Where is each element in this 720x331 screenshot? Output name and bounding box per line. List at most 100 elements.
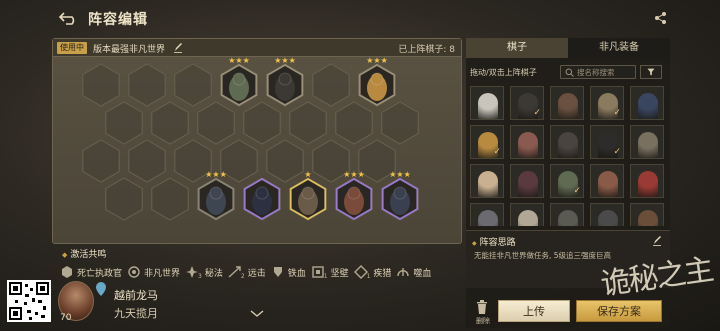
board-hex[interactable] xyxy=(174,63,212,107)
chevron-down-icon[interactable] xyxy=(250,310,264,318)
piece-card[interactable]: ✓ xyxy=(470,125,504,159)
player-name: 越前龙马 xyxy=(114,289,158,302)
board-hex[interactable] xyxy=(312,63,350,107)
tab-pieces[interactable]: 棋子 xyxy=(466,38,568,58)
board-hex[interactable] xyxy=(151,177,189,221)
trait-name: 远击 xyxy=(247,268,266,279)
board-hex[interactable] xyxy=(289,101,327,145)
board-hex[interactable] xyxy=(128,63,166,107)
trait-count: 3 xyxy=(198,272,202,280)
upload-button[interactable]: 上传 xyxy=(498,300,570,322)
unit-stars: ★★★ xyxy=(205,170,227,179)
piece-card[interactable] xyxy=(630,203,664,226)
delete-button[interactable]: 删除 xyxy=(472,300,492,326)
board-unit[interactable]: ★★★ xyxy=(220,57,258,107)
piece-card[interactable]: ✓ xyxy=(510,86,544,120)
tab-equipment[interactable]: 非凡装备 xyxy=(568,38,670,58)
piece-portrait xyxy=(558,132,578,158)
trait-name: 疾猎 xyxy=(373,268,392,279)
board-unit[interactable]: ★★★ xyxy=(197,170,235,221)
piece-card[interactable] xyxy=(510,125,544,159)
board-hex[interactable] xyxy=(105,101,143,145)
board-hex[interactable] xyxy=(82,139,120,183)
save-button[interactable]: 保存方案 xyxy=(576,300,662,322)
board-unit[interactable]: ★★★ xyxy=(335,170,373,221)
board-unit[interactable]: ★★★ xyxy=(381,170,419,221)
hex-grid[interactable]: ★★★ ★★★ ★★★★★★ ★ ★★★ ★★★ xyxy=(53,57,461,245)
piece-portrait xyxy=(598,171,618,197)
piece-card[interactable]: ✓ xyxy=(590,86,624,120)
trait-item[interactable]: 1 疾猎 xyxy=(353,265,392,280)
checkmark-icon: ✓ xyxy=(573,186,581,196)
board-hex[interactable] xyxy=(243,101,281,145)
piece-card[interactable] xyxy=(550,125,584,159)
trait-item[interactable]: 3 秘法 xyxy=(185,265,223,280)
board-hex[interactable] xyxy=(151,101,189,145)
lineup-board: 使用中 版本最强非凡世界 已上阵棋子: 8 ★★★ ★★★ ★★★ ★★★ ★ ★★★ ★★… xyxy=(52,38,462,244)
piece-card[interactable] xyxy=(630,86,664,120)
trait-name: 噬血 xyxy=(413,268,432,279)
edit-strategy-icon[interactable] xyxy=(652,235,662,246)
unit-stars: ★★★ xyxy=(343,170,365,179)
trait-item[interactable]: 2 远击 xyxy=(228,265,266,280)
board-unit[interactable]: ★★★ xyxy=(358,57,396,107)
piece-card[interactable] xyxy=(550,203,584,226)
board-hex[interactable] xyxy=(128,139,166,183)
page-title: 阵容编辑 xyxy=(88,12,148,28)
search-box[interactable] xyxy=(560,65,636,79)
board-unit[interactable]: ★★★ xyxy=(266,57,304,107)
board-hex[interactable] xyxy=(266,139,304,183)
board-unit[interactable] xyxy=(243,177,281,221)
drag-hint: 拖动/双击上阵棋子 xyxy=(470,68,537,77)
piece-card[interactable] xyxy=(630,125,664,159)
strategy-text: 无能挂非凡世界做任务, 5级追三强度巨高 xyxy=(474,251,612,260)
trait-icon xyxy=(353,265,368,279)
trait-item[interactable]: 铁血 xyxy=(271,265,306,279)
piece-card[interactable] xyxy=(470,164,504,198)
piece-card[interactable] xyxy=(630,164,664,198)
unit-stars: ★★★ xyxy=(274,57,296,65)
board-header: 使用中 版本最强非凡世界 已上阵棋子: 8 xyxy=(53,39,461,57)
board-hex[interactable] xyxy=(105,177,143,221)
piece-card[interactable]: ✓ xyxy=(590,125,624,159)
map-pin-icon xyxy=(96,282,106,296)
piece-card[interactable] xyxy=(510,164,544,198)
piece-portrait xyxy=(638,132,658,158)
search-input[interactable] xyxy=(577,66,635,78)
trait-name: 死亡执政官 xyxy=(77,268,123,279)
edit-name-icon[interactable] xyxy=(173,42,183,53)
share-icon[interactable] xyxy=(654,11,668,25)
trait-count: 1 xyxy=(366,272,371,280)
piece-card[interactable] xyxy=(510,203,544,226)
piece-portrait xyxy=(478,210,498,226)
trait-item[interactable]: 噬血 xyxy=(396,265,431,279)
trait-name: 坚壁 xyxy=(330,268,349,279)
unit-stars: ★ xyxy=(304,170,311,179)
piece-card[interactable] xyxy=(590,203,624,226)
piece-portrait xyxy=(558,210,578,226)
piece-card[interactable]: ✓ xyxy=(550,164,584,198)
trait-item[interactable]: 1 坚壁 xyxy=(311,265,349,280)
board-hex[interactable] xyxy=(335,101,373,145)
board-hex[interactable] xyxy=(381,101,419,145)
strategy-title: 阵容思路 xyxy=(472,235,516,248)
pieces-grid: ✓ ✓ ✓ ✓ ✓ xyxy=(470,86,670,226)
piece-card[interactable] xyxy=(470,203,504,226)
trait-item[interactable]: 非凡世界 xyxy=(127,265,180,279)
board-hex[interactable] xyxy=(197,101,235,145)
trait-item[interactable]: 死亡执政官 xyxy=(60,265,122,279)
piece-card[interactable] xyxy=(550,86,584,120)
piece-card[interactable] xyxy=(470,86,504,120)
trait-icon xyxy=(273,267,282,277)
filter-icon[interactable] xyxy=(640,65,662,79)
trait-count: 2 xyxy=(240,272,245,280)
piece-card[interactable] xyxy=(590,164,624,198)
board-hex[interactable] xyxy=(82,63,120,107)
lineup-name: 版本最强非凡世界 xyxy=(93,45,166,55)
board-unit[interactable]: ★ xyxy=(289,170,327,221)
back-arrow-icon[interactable] xyxy=(58,10,80,26)
trait-icon xyxy=(397,268,410,277)
trait-icon xyxy=(128,266,140,278)
search-icon xyxy=(565,68,574,77)
player-level: 70 xyxy=(60,313,72,323)
